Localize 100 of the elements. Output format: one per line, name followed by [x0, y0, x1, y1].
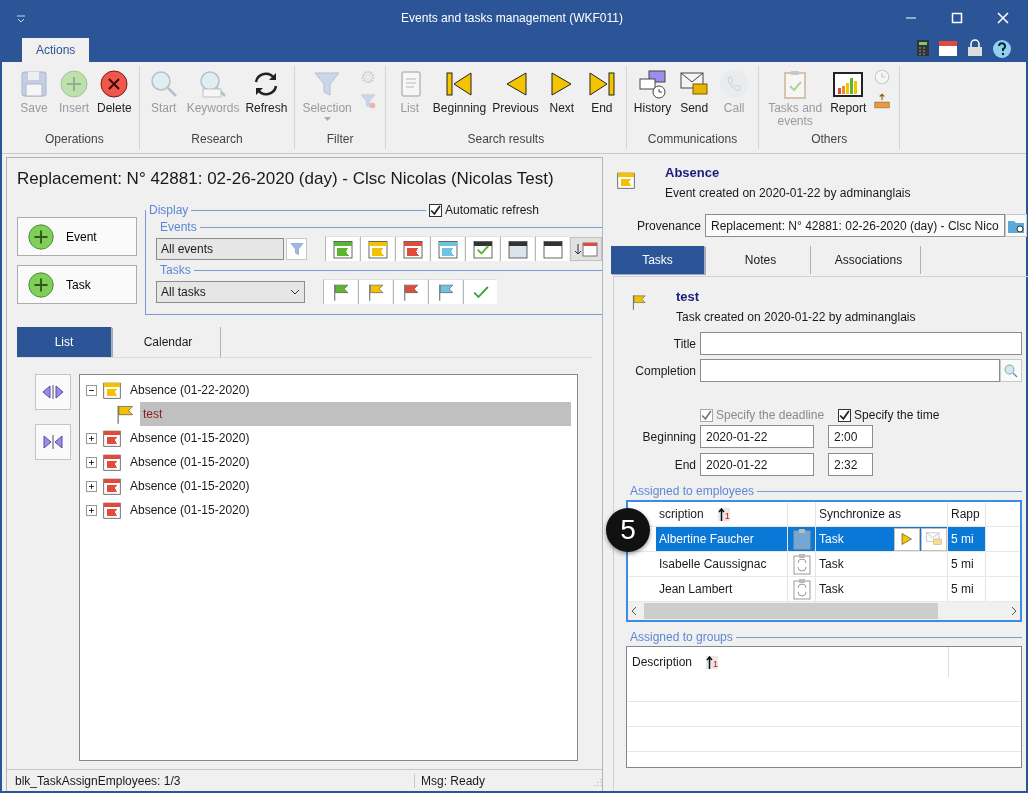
calendar-sort-icon — [574, 240, 598, 257]
sort-indicator: 1 — [717, 507, 730, 521]
expand-toggle[interactable] — [86, 504, 97, 516]
section-legend: Tasks — [156, 263, 191, 277]
tree-item[interactable]: Absence (01-15-2020) — [127, 426, 253, 450]
table-cell[interactable]: 5 mi — [948, 527, 986, 551]
field-label: Beginning — [641, 429, 696, 444]
search-button[interactable] — [999, 359, 1022, 382]
lock-icon — [966, 39, 984, 57]
checkbox[interactable] — [428, 203, 442, 217]
filter-toggle[interactable] — [463, 279, 497, 304]
play-button[interactable] — [894, 527, 920, 551]
plus-icon — [26, 269, 56, 300]
time-field[interactable]: 2:00 — [828, 425, 873, 448]
filter-toggle[interactable] — [500, 236, 534, 261]
ribbon-button[interactable]: Delete — [94, 66, 135, 117]
tray-icon — [873, 92, 892, 110]
column-header[interactable]: Synchronize as — [816, 502, 948, 526]
column-header[interactable]: Rapp — [948, 502, 986, 526]
funnel-icon — [288, 240, 305, 257]
tree-item[interactable]: Absence (01-15-2020) — [127, 498, 253, 522]
clipboard-sync-icon — [792, 528, 811, 550]
events-dropdown[interactable]: All events — [156, 237, 284, 260]
ribbon-button[interactable]: Next — [541, 66, 582, 117]
expand-toggle[interactable] — [86, 456, 97, 468]
filter-toggle[interactable] — [323, 279, 357, 304]
filter-toggle[interactable] — [395, 236, 429, 261]
chevron-down-icon — [290, 288, 300, 295]
table-cell[interactable]: Jean Lambert — [656, 577, 788, 601]
filter-toggle[interactable] — [430, 236, 464, 261]
ribbon-button[interactable]: History — [630, 66, 675, 117]
tree-item[interactable]: Absence (01-15-2020) — [127, 450, 253, 474]
filter-toggle[interactable] — [535, 236, 569, 261]
section-legend: Events — [156, 220, 197, 234]
sort-button[interactable] — [570, 236, 602, 261]
completion-field[interactable] — [700, 359, 1000, 382]
event-subtitle: Event created on 2020-01-22 by adminanglais — [665, 186, 911, 200]
plus-icon — [26, 221, 56, 252]
calendar-icon — [938, 39, 958, 57]
tree-item[interactable]: test — [140, 402, 571, 426]
ribbon-tab[interactable]: Actions — [22, 38, 90, 62]
tree-item[interactable]: Absence (01-22-2020) — [127, 378, 253, 402]
table-cell[interactable]: 5 mi — [948, 577, 986, 601]
checkbox-label: Specify the deadline — [716, 408, 825, 422]
provenance-field[interactable]: Replacement: N° 42881: 02-26-2020 (day) - Clsc Nico — [705, 214, 1005, 237]
expand-toggle[interactable] — [86, 480, 97, 492]
expand-toggle[interactable] — [86, 432, 97, 444]
tasks-dropdown[interactable]: All tasks — [156, 280, 305, 303]
group-label: Others — [811, 132, 848, 148]
ribbon-button[interactable]: Beginning — [429, 66, 490, 117]
flag-icon — [630, 293, 648, 311]
ribbon-button[interactable]: Report — [827, 66, 870, 117]
collapse-toggle[interactable] — [86, 384, 97, 396]
table-cell[interactable]: Task — [816, 577, 948, 601]
checkbox-label: Automatic refresh — [444, 203, 539, 217]
column-header[interactable]: Description 1 — [629, 647, 949, 677]
horizontal-scrollbar[interactable] — [628, 602, 1020, 620]
email-button[interactable] — [921, 527, 947, 551]
section-legend: Display — [145, 203, 189, 217]
filter-toggle[interactable] — [393, 279, 427, 304]
status-text: blk_TaskAssignEmployees: 1/3 — [15, 773, 415, 788]
table-cell[interactable]: Albertine Faucher — [656, 527, 788, 551]
phone-icon — [718, 68, 751, 100]
filter-toggle[interactable] — [465, 236, 499, 261]
view-tab[interactable]: List — [17, 327, 112, 357]
table-cell[interactable]: Task — [816, 527, 948, 551]
title-field[interactable] — [700, 332, 1022, 355]
filter-toggle[interactable] — [428, 279, 462, 304]
section-legend: Assigned to employees — [626, 484, 755, 498]
collapse-all-button[interactable] — [35, 424, 71, 460]
table-cell[interactable]: Isabelle Caussignac — [656, 552, 788, 576]
ribbon-button[interactable]: Refresh — [242, 66, 291, 117]
checkbox[interactable] — [838, 408, 852, 422]
field-label: Title — [672, 336, 696, 351]
ribbon-button[interactable]: Send — [674, 66, 715, 117]
plus-icon — [58, 68, 90, 100]
ribbon-button[interactable]: Previous — [489, 66, 542, 117]
table-cell[interactable]: Task — [816, 552, 948, 576]
expand-all-button[interactable] — [35, 374, 71, 410]
table-cell[interactable]: 5 mi — [948, 552, 986, 576]
add-button[interactable]: Event — [17, 217, 137, 256]
date-field[interactable]: 2020-01-22 — [700, 425, 814, 448]
clipboard-sync-icon — [792, 578, 811, 600]
toolbar-button[interactable] — [873, 92, 892, 110]
filter-toggle[interactable] — [360, 236, 394, 261]
tree-item[interactable]: Absence (01-15-2020) — [127, 474, 253, 498]
time-field[interactable]: 2:32 — [828, 453, 873, 476]
help-icon — [992, 39, 1012, 59]
maximize-icon — [951, 12, 963, 24]
column-header[interactable]: scription 1 — [656, 502, 788, 526]
filter-toggle[interactable] — [325, 236, 359, 261]
detail-tab[interactable]: Tasks — [611, 246, 705, 274]
add-button[interactable]: Task — [17, 265, 137, 304]
group-label: Research — [191, 132, 243, 148]
ribbon-button[interactable]: End — [581, 66, 622, 117]
date-field[interactable]: 2020-01-22 — [700, 453, 814, 476]
browse-button[interactable] — [1004, 214, 1027, 237]
sort-arrow-icon — [717, 507, 725, 521]
task-title: test — [676, 289, 701, 304]
filter-toggle[interactable] — [358, 279, 392, 304]
